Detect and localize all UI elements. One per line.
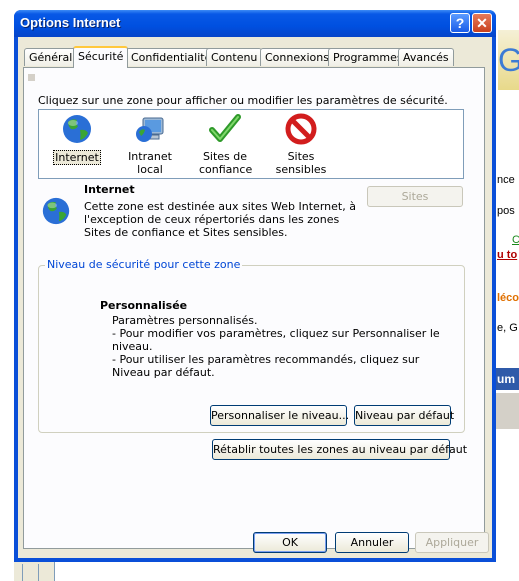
- dialog-body: Général Sécurité Confidentialité Contenu…: [18, 37, 492, 558]
- zone-label: Intranet local: [128, 150, 172, 176]
- background-text: nce: [497, 174, 515, 186]
- apply-button[interactable]: Appliquer: [415, 532, 489, 553]
- level-description: Paramètres personnalisés. - Pour modifie…: [112, 314, 442, 379]
- tab-confidentialite[interactable]: Confidentialité: [126, 48, 217, 66]
- tab-programmes[interactable]: Programmes: [328, 48, 408, 66]
- level-line: - Pour modifier vos paramètres, cliquez …: [112, 327, 444, 353]
- ok-button[interactable]: OK: [253, 532, 327, 553]
- zone-description: Cette zone est destinée aux sites Web In…: [84, 200, 356, 239]
- sites-button[interactable]: Sites: [367, 186, 463, 207]
- background-link[interactable]: u to: [497, 249, 517, 261]
- internet-options-dialog: Options Internet ? ✕ Général Sécurité Co…: [14, 10, 496, 562]
- default-level-button[interactable]: Niveau par défaut: [354, 405, 454, 426]
- security-level-group: Niveau de sécurité pour cette zone Perso…: [38, 258, 465, 433]
- restricted-icon: [284, 112, 318, 146]
- level-title: Personnalisée: [100, 299, 188, 312]
- window-title: Options Internet: [20, 15, 121, 30]
- level-line: - Pour utiliser les paramètres recommand…: [112, 353, 423, 379]
- customize-level-button[interactable]: Personnaliser le niveau...: [210, 405, 349, 426]
- globe-icon: [40, 195, 72, 227]
- globe-icon: [60, 112, 94, 146]
- zone-instruction: Cliquez sur une zone pour afficher ou mo…: [38, 94, 448, 107]
- background-text: e, G: [497, 322, 518, 334]
- background-logo: G: [498, 30, 519, 90]
- reset-all-zones-button[interactable]: Rétablir toutes les zones au niveau par …: [212, 439, 467, 460]
- level-line: Paramètres personnalisés.: [112, 314, 258, 327]
- tab-avances[interactable]: Avancés: [398, 48, 454, 66]
- zone-label: Internet: [53, 150, 101, 165]
- background-link[interactable]: C: [512, 234, 519, 246]
- zone-sites-de-confiance[interactable]: Sites de confiance: [197, 112, 253, 176]
- panel-marker: [28, 74, 35, 81]
- tab-connexions[interactable]: Connexions: [260, 48, 334, 66]
- background-text: pos: [497, 205, 515, 217]
- background-text: léco: [497, 292, 519, 304]
- tab-securite[interactable]: Sécurité: [73, 46, 129, 68]
- intranet-icon: [133, 112, 167, 146]
- background-panel: [494, 392, 519, 429]
- zone-label: Sites de confiance: [199, 150, 253, 176]
- zone-internet[interactable]: Internet: [53, 112, 101, 165]
- background-bar: um: [494, 368, 519, 390]
- zone-sites-sensibles[interactable]: Sites sensibles: [263, 112, 339, 176]
- close-button[interactable]: ✕: [472, 13, 492, 33]
- zone-intranet-local[interactable]: Intranet local: [115, 112, 185, 176]
- zone-label: Sites sensibles: [275, 150, 327, 176]
- background-frame: [14, 562, 55, 581]
- title-bar[interactable]: Options Internet ? ✕: [14, 10, 496, 37]
- cancel-button[interactable]: Annuler: [335, 532, 409, 553]
- tab-contenu[interactable]: Contenu: [206, 48, 263, 66]
- tab-general[interactable]: Général: [24, 48, 78, 66]
- help-button[interactable]: ?: [450, 13, 470, 33]
- group-legend: Niveau de sécurité pour cette zone: [45, 258, 243, 271]
- zone-title: Internet: [84, 183, 135, 196]
- zone-list: Internet Intranet local Sites de confian…: [38, 109, 464, 179]
- security-tab-panel: Cliquez sur une zone pour afficher ou mo…: [23, 67, 485, 549]
- checkmark-icon: [208, 112, 242, 146]
